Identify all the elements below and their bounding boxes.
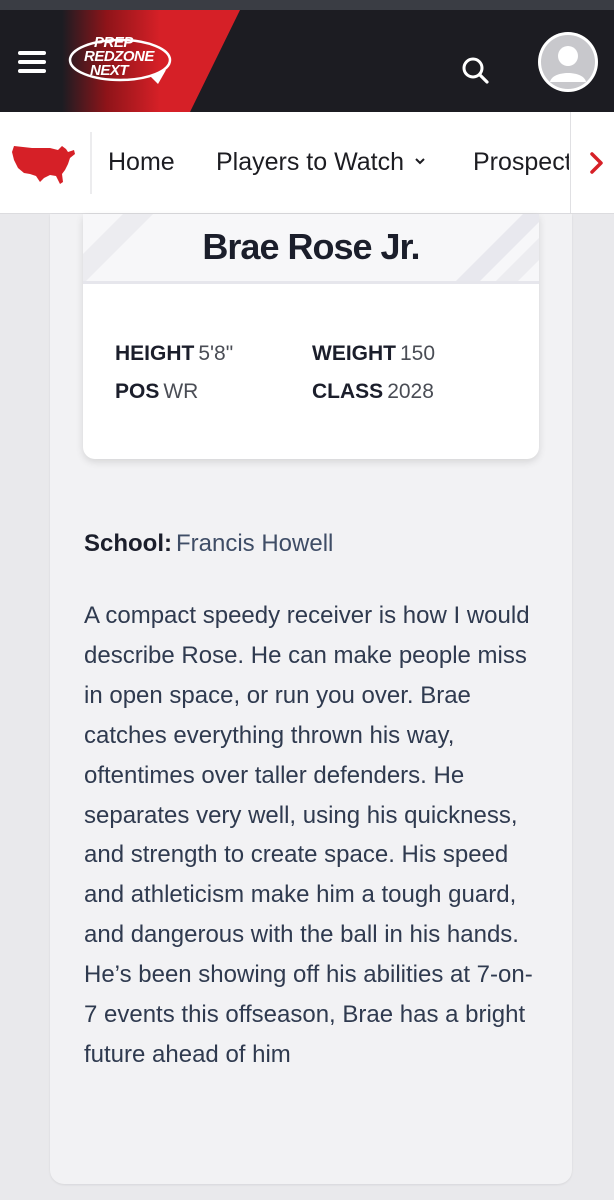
height-value: 5'8"	[198, 342, 234, 365]
stat-position: POS WR	[115, 380, 198, 404]
status-strip	[0, 0, 614, 10]
stat-height: HEIGHT 5'8"	[115, 342, 233, 366]
stat-weight: WEIGHT 150	[312, 342, 435, 366]
chevron-right-icon	[590, 152, 603, 174]
player-name: Brae Rose Jr.	[202, 226, 420, 267]
chevron-down-icon	[414, 153, 426, 171]
player-profile-card: Brae Rose Jr. HEIGHT 5'8" WEIGHT 150 POS WR…	[83, 214, 539, 459]
search-icon[interactable]	[458, 54, 494, 90]
brand-line-next: NEXT	[90, 62, 129, 79]
player-bio: A compact speedy receiver is how I would…	[84, 602, 533, 1068]
nav-players-label: Players to Watch	[216, 148, 405, 176]
nav-players-to-watch[interactable]: Players to Watch	[216, 148, 426, 177]
user-avatar-icon[interactable]	[538, 32, 598, 92]
hamburger-menu-icon[interactable]	[14, 48, 50, 76]
school-value: Francis Howell	[176, 530, 334, 557]
school-label: School:	[84, 530, 172, 557]
nav-prospects[interactable]: Prospect	[473, 148, 569, 177]
weight-label: WEIGHT	[312, 342, 396, 365]
pos-value: WR	[163, 380, 199, 403]
nav-divider	[90, 132, 92, 194]
usa-map-icon[interactable]	[10, 140, 78, 186]
nav-home[interactable]: Home	[108, 148, 175, 177]
class-value: 2028	[387, 380, 434, 403]
stat-class: CLASS 2028	[312, 380, 434, 404]
pos-label: POS	[115, 380, 160, 403]
weight-value: 150	[400, 342, 436, 365]
brand-wordmark: PREP REDZONE NEXT	[72, 35, 172, 79]
name-banner: Brae Rose Jr.	[83, 214, 539, 284]
nav-scroll-right-button[interactable]	[570, 112, 614, 213]
top-header: PREP REDZONE NEXT	[0, 10, 614, 112]
height-label: HEIGHT	[115, 342, 195, 365]
school-line: School: Francis Howell	[84, 530, 333, 558]
class-label: CLASS	[312, 380, 384, 403]
